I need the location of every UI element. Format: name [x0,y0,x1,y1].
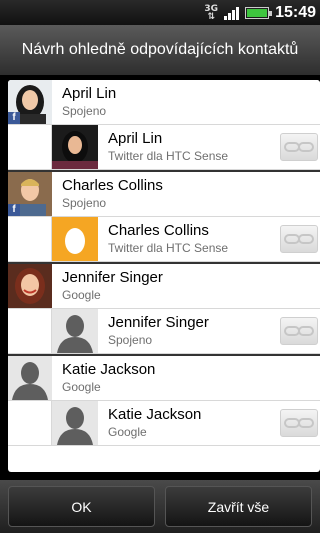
default-person-icon [52,401,98,445]
network-3g-icon: 3G ⇅ [204,3,219,22]
contact-name: Katie Jackson [62,361,156,378]
status-bar: 3G ⇅ 15:49 [0,0,320,25]
link-icon [284,234,314,244]
suggested-contact-row[interactable]: Jennifer Singer Spojeno [8,309,320,354]
close-all-button[interactable]: Zavřít vše [165,486,312,527]
link-button[interactable] [280,133,318,161]
link-button[interactable] [280,225,318,253]
contact-photo [52,125,98,169]
contact-row[interactable]: Jennifer Singer Google [8,264,320,309]
contact-name: Charles Collins [108,222,209,239]
contact-group: f April Lin Spojeno April Lin Twitter dl… [8,80,320,170]
contact-group: f Charles Collins Spojeno Charles Collin… [8,172,320,262]
contact-photo [8,264,52,308]
facebook-icon: f [8,204,20,216]
signal-icon [224,6,240,20]
contact-name: Jennifer Singer [108,314,209,331]
link-button[interactable] [280,317,318,345]
suggested-contact-row[interactable]: Katie Jackson Google [8,401,320,446]
contact-row[interactable]: f Charles Collins Spojeno [8,172,320,217]
link-icon [284,418,314,428]
contact-source: Spojeno [62,196,107,210]
contact-photo: f [8,172,52,216]
dialog-title-bar: Návrh ohledně odpovídajících kontaktů [0,25,320,75]
network-type: 3G [204,3,219,14]
contact-photo: f [8,80,52,124]
contact-name: April Lin [62,85,117,102]
contact-source: Google [62,288,101,302]
contact-row[interactable]: Katie Jackson Google [8,356,320,401]
contact-source: Spojeno [62,104,107,118]
contact-source: Google [62,380,101,394]
egg-icon [52,217,98,261]
contact-source: Google [108,425,147,439]
battery-icon [245,6,273,19]
contact-name: Charles Collins [62,177,163,194]
ok-button[interactable]: OK [8,486,155,527]
link-icon [284,142,314,152]
link-icon [284,326,314,336]
contact-source: Twitter dla HTC Sense [108,149,229,163]
contact-group: Katie Jackson Google Katie Jackson Googl… [8,356,320,446]
suggestions-list[interactable]: f April Lin Spojeno April Lin Twitter dl… [8,80,320,472]
default-person-icon [8,356,52,400]
dialog-title: Návrh ohledně odpovídajících kontaktů [21,41,299,58]
contact-name: April Lin [108,130,163,147]
default-person-icon [52,309,98,353]
contact-name: Katie Jackson [108,406,202,423]
clock: 15:49 [275,3,316,21]
link-button[interactable] [280,409,318,437]
suggested-contact-row[interactable]: Charles Collins Twitter dla HTC Sense [8,217,320,262]
contact-group: Jennifer Singer Google Jennifer Singer S… [8,264,320,354]
contact-row[interactable]: f April Lin Spojeno [8,80,320,125]
facebook-icon: f [8,112,20,124]
suggested-contact-row[interactable]: April Lin Twitter dla HTC Sense [8,125,320,170]
button-bar: OK Zavřít vše [0,480,320,533]
contact-source: Twitter dla HTC Sense [108,241,229,255]
contact-name: Jennifer Singer [62,269,163,286]
contact-source: Spojeno [108,333,153,347]
